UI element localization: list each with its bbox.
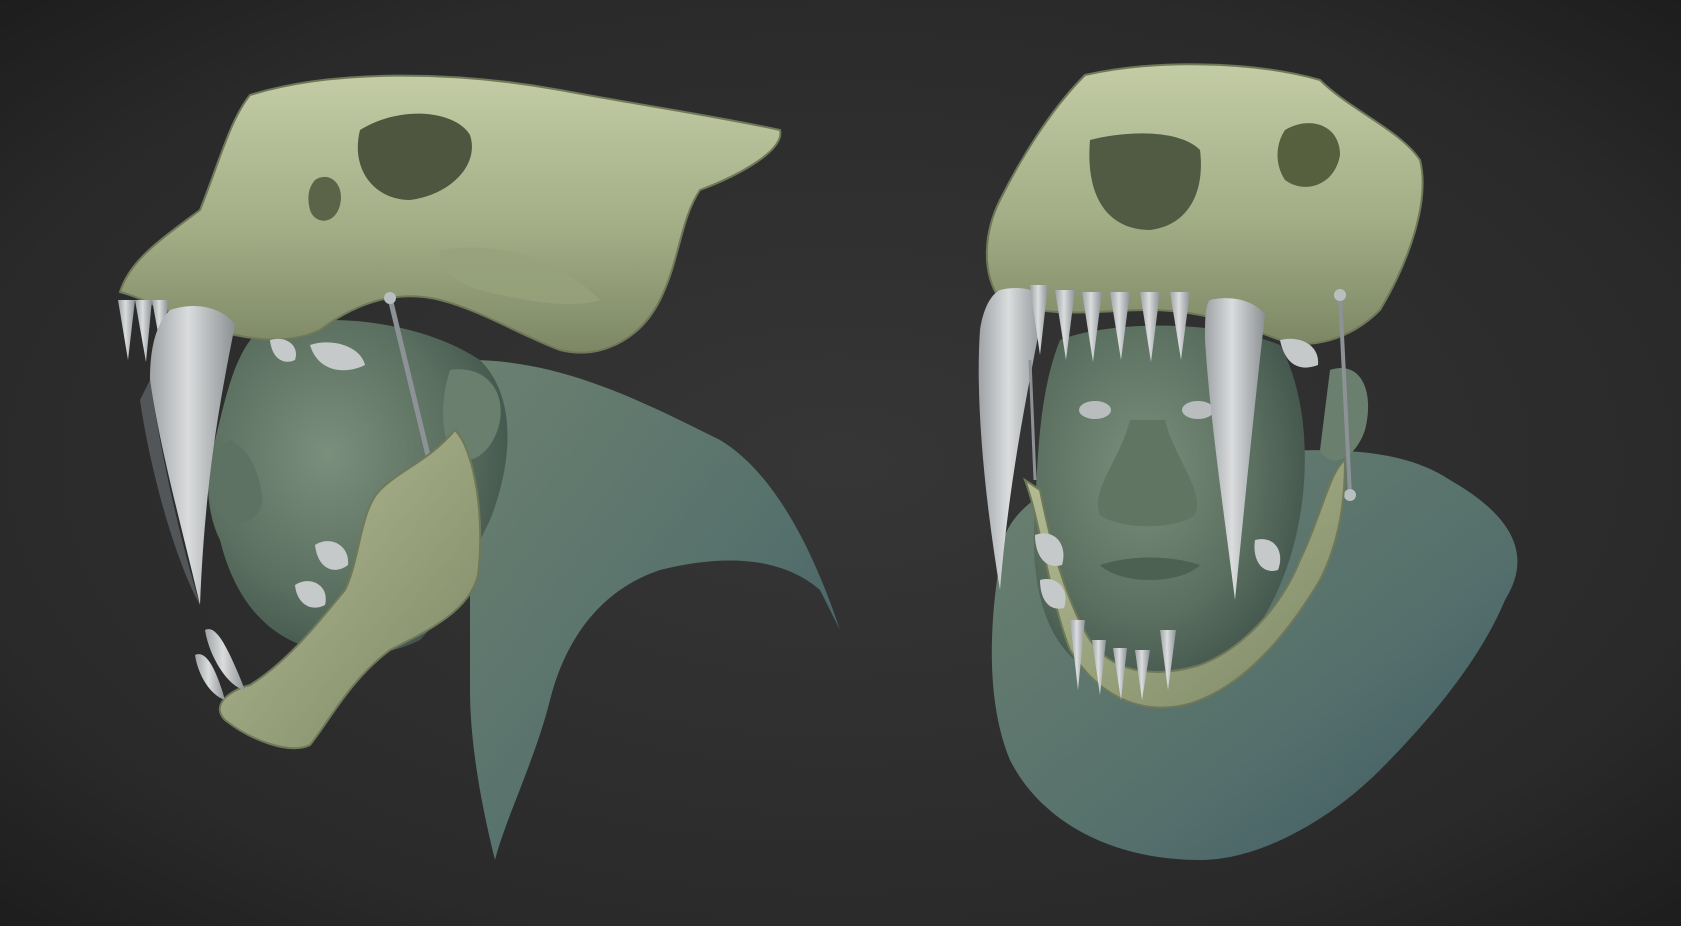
side-rod-pin-top xyxy=(384,292,396,304)
front-eye-right xyxy=(1182,401,1214,419)
front-rod-pin-top xyxy=(1334,289,1346,301)
render-canvas xyxy=(0,0,1681,926)
front-rod-pin-bottom xyxy=(1344,489,1356,501)
sculpt-render xyxy=(0,0,1681,926)
front-eye-left xyxy=(1079,401,1111,419)
